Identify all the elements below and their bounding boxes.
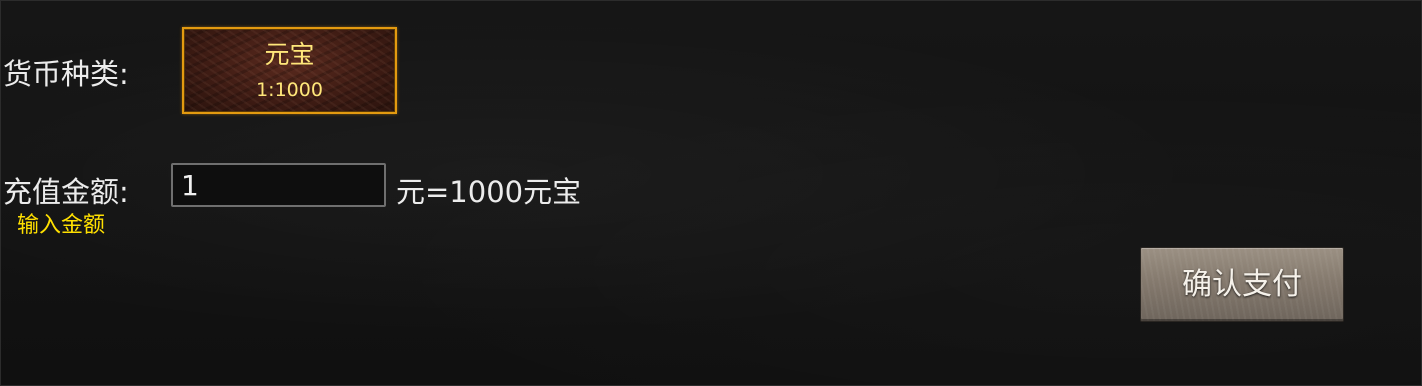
currency-option-name: 元宝 (264, 40, 315, 69)
amount-input-hint: 输入金额 (17, 213, 106, 238)
recharge-panel: 货币种类: 元宝 1:1000 充值金额: 元=1000元宝 输入金额 确认支付 (0, 0, 1422, 386)
confirm-payment-button[interactable]: 确认支付 (1140, 247, 1344, 322)
currency-type-label: 货币种类: (3, 57, 129, 91)
currency-option-yuanbao[interactable]: 元宝 1:1000 (182, 27, 397, 114)
recharge-amount-label: 充值金额: (3, 175, 129, 209)
conversion-rate-text: 元=1000元宝 (396, 175, 582, 209)
recharge-amount-input[interactable] (171, 163, 386, 207)
currency-option-rate: 1:1000 (256, 79, 323, 101)
